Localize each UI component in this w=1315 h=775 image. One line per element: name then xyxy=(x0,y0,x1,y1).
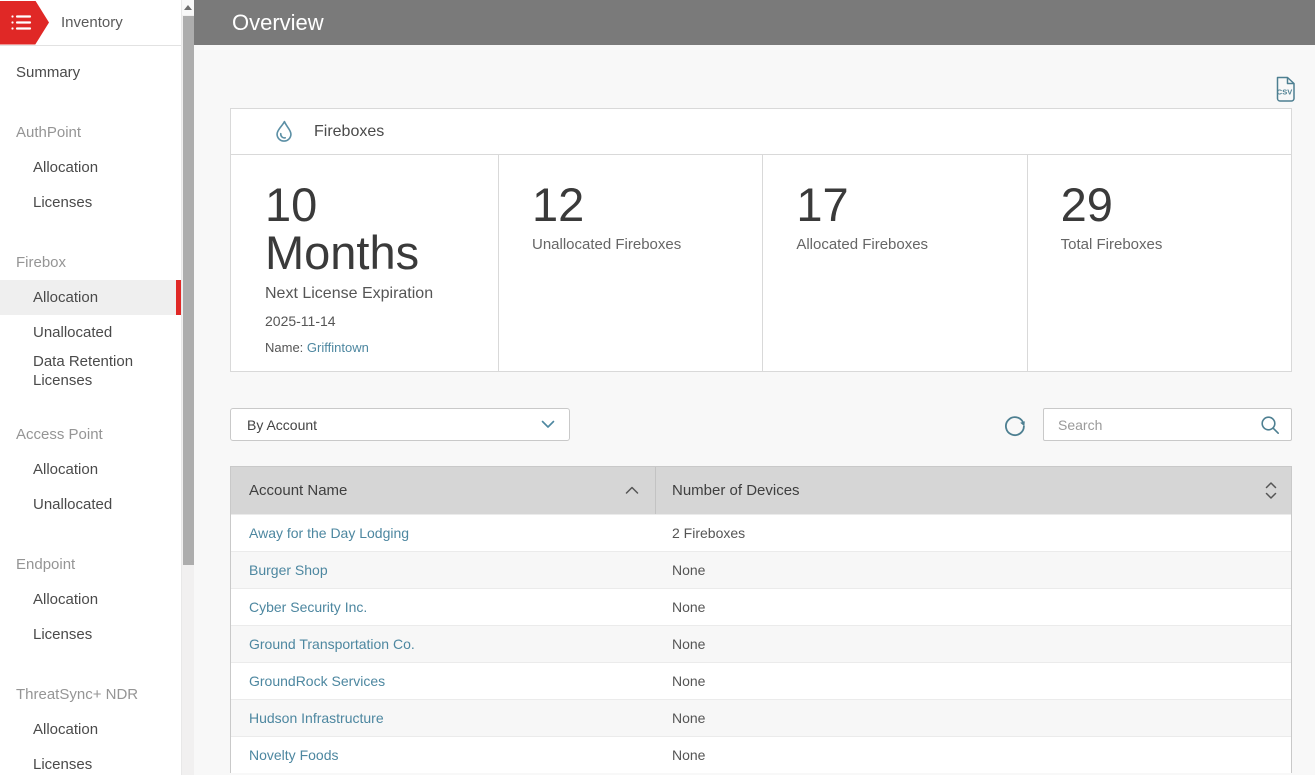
device-count: None xyxy=(672,710,706,726)
sidebar: Inventory Summary AuthPoint Allocation L… xyxy=(0,0,194,775)
sort-ascending-icon xyxy=(625,486,639,494)
sidebar-item-firebox-allocation[interactable]: Allocation xyxy=(0,280,181,315)
table-row: Cyber Security Inc. None xyxy=(231,588,1291,625)
device-count: None xyxy=(672,599,706,615)
sidebar-section-threatsync-ndr: ThreatSync+ NDR xyxy=(16,685,139,703)
stat-unit: Months xyxy=(265,226,420,279)
stat-tiles: 10 Months Next License Expiration 2025-1… xyxy=(231,155,1291,371)
scroll-up-arrow-icon xyxy=(184,5,192,10)
device-count: None xyxy=(672,673,706,689)
card-title: Fireboxes xyxy=(314,122,385,140)
page-title: Overview xyxy=(232,9,324,35)
sidebar-nav: Summary AuthPoint Allocation Licenses Fi… xyxy=(0,46,181,775)
sidebar-item-endpoint-licenses[interactable]: Licenses xyxy=(0,617,181,652)
sidebar-title: Inventory xyxy=(61,14,123,31)
page-header: Overview xyxy=(194,0,1315,45)
sidebar-section-endpoint: Endpoint xyxy=(16,555,76,573)
stat-value: 12 xyxy=(532,178,585,231)
sidebar-item-authpoint-allocation[interactable]: Allocation xyxy=(0,150,181,185)
table-body: Away for the Day Lodging 2 Fireboxes Bur… xyxy=(231,514,1291,773)
column-header-number-of-devices[interactable]: Number of Devices xyxy=(656,467,1291,514)
stat-value: 10 xyxy=(265,178,318,231)
stat-label: Next License Expiration xyxy=(265,285,434,302)
sidebar-section-firebox: Firebox xyxy=(16,253,67,271)
stat-next-license-expiration: 10 Months Next License Expiration 2025-1… xyxy=(231,155,498,371)
inventory-badge[interactable] xyxy=(0,0,49,45)
stat-label: Allocated Fireboxes xyxy=(796,236,929,253)
sidebar-header: Inventory xyxy=(0,0,181,46)
account-link[interactable]: Hudson Infrastructure xyxy=(249,710,384,726)
sidebar-item-threatsync-allocation[interactable]: Allocation xyxy=(0,712,181,747)
sidebar-item-firebox-data-retention-licenses[interactable]: Data Retention Licenses xyxy=(0,350,181,392)
chevron-down-icon xyxy=(541,420,555,428)
stat-value: 29 xyxy=(1060,178,1113,231)
group-by-dropdown[interactable]: By Account xyxy=(230,408,570,441)
sidebar-item-endpoint-allocation[interactable]: Allocation xyxy=(0,582,181,617)
sidebar-section-access-point: Access Point xyxy=(16,425,103,443)
sidebar-scrollbar[interactable] xyxy=(181,0,194,775)
sidebar-item-firebox-unallocated[interactable]: Unallocated xyxy=(0,315,181,350)
search-input[interactable] xyxy=(1058,416,1259,433)
account-link[interactable]: Away for the Day Lodging xyxy=(249,525,409,541)
sidebar-item-threatsync-licenses[interactable]: Licenses xyxy=(0,747,181,775)
search-icon[interactable] xyxy=(1259,414,1281,436)
account-link[interactable]: GroundRock Services xyxy=(249,673,385,689)
sidebar-item-accesspoint-allocation[interactable]: Allocation xyxy=(0,452,181,487)
table-controls: By Account xyxy=(230,408,1292,441)
table-row: Away for the Day Lodging 2 Fireboxes xyxy=(231,514,1291,551)
fireboxes-card: Fireboxes 10 Months Next License Expirat… xyxy=(230,108,1292,372)
refresh-icon xyxy=(1005,415,1025,436)
scrollbar-up-button[interactable] xyxy=(182,0,194,15)
stat-unallocated-fireboxes: 12 Unallocated Fireboxes xyxy=(498,155,762,371)
stat-total-fireboxes: 29 Total Fireboxes xyxy=(1026,155,1291,371)
scrollbar-thumb[interactable] xyxy=(183,16,194,565)
page-content: CSV Fireboxes 10 Months Next License Exp… xyxy=(194,45,1315,775)
account-link[interactable]: Cyber Security Inc. xyxy=(249,599,367,615)
stat-expiration-date: 2025-11-14 xyxy=(265,313,336,329)
table-row: Burger Shop None xyxy=(231,551,1291,588)
csv-file-icon: CSV xyxy=(1276,76,1295,102)
table-row: Hudson Infrastructure None xyxy=(231,699,1291,736)
list-menu-icon xyxy=(11,15,32,30)
main-panel: Overview CSV Fireboxes 10 Months Next Li… xyxy=(194,0,1315,775)
sidebar-item-summary[interactable]: Summary xyxy=(0,54,181,90)
export-csv-button[interactable]: CSV xyxy=(1273,76,1296,102)
stat-label: Total Fireboxes xyxy=(1060,236,1163,253)
table-row: Ground Transportation Co. None xyxy=(231,625,1291,662)
firebox-flame-icon xyxy=(276,120,292,142)
sidebar-item-accesspoint-unallocated[interactable]: Unallocated xyxy=(0,487,181,522)
fireboxes-card-header: Fireboxes xyxy=(231,109,1291,155)
table-row: GroundRock Services None xyxy=(231,662,1291,699)
search-box xyxy=(1043,408,1292,441)
sidebar-section-authpoint: AuthPoint xyxy=(16,123,82,141)
device-count: None xyxy=(672,636,706,652)
account-link[interactable]: Burger Shop xyxy=(249,562,328,578)
refresh-button[interactable] xyxy=(1002,412,1028,438)
device-name-link[interactable]: Griffintown xyxy=(307,340,369,355)
stat-value: 17 xyxy=(796,178,849,231)
stat-label: Unallocated Fireboxes xyxy=(532,236,682,253)
table-row: Novelty Foods None xyxy=(231,736,1291,773)
table-header: Account Name Number of Devices xyxy=(231,467,1291,514)
account-link[interactable]: Ground Transportation Co. xyxy=(249,636,415,652)
device-count: 2 Fireboxes xyxy=(672,525,746,541)
svg-text:CSV: CSV xyxy=(1277,88,1292,97)
sort-both-icon xyxy=(1265,482,1277,499)
device-count: None xyxy=(672,747,706,763)
accounts-table: Account Name Number of Devices Away for … xyxy=(230,466,1292,773)
dropdown-selected-value: By Account xyxy=(247,416,318,433)
stat-device-name: Name: Griffintown xyxy=(265,340,369,355)
device-count: None xyxy=(672,562,706,578)
sidebar-item-authpoint-licenses[interactable]: Licenses xyxy=(0,185,181,220)
stat-allocated-fireboxes: 17 Allocated Fireboxes xyxy=(762,155,1026,371)
account-link[interactable]: Novelty Foods xyxy=(249,747,338,763)
column-header-account-name[interactable]: Account Name xyxy=(231,467,656,514)
